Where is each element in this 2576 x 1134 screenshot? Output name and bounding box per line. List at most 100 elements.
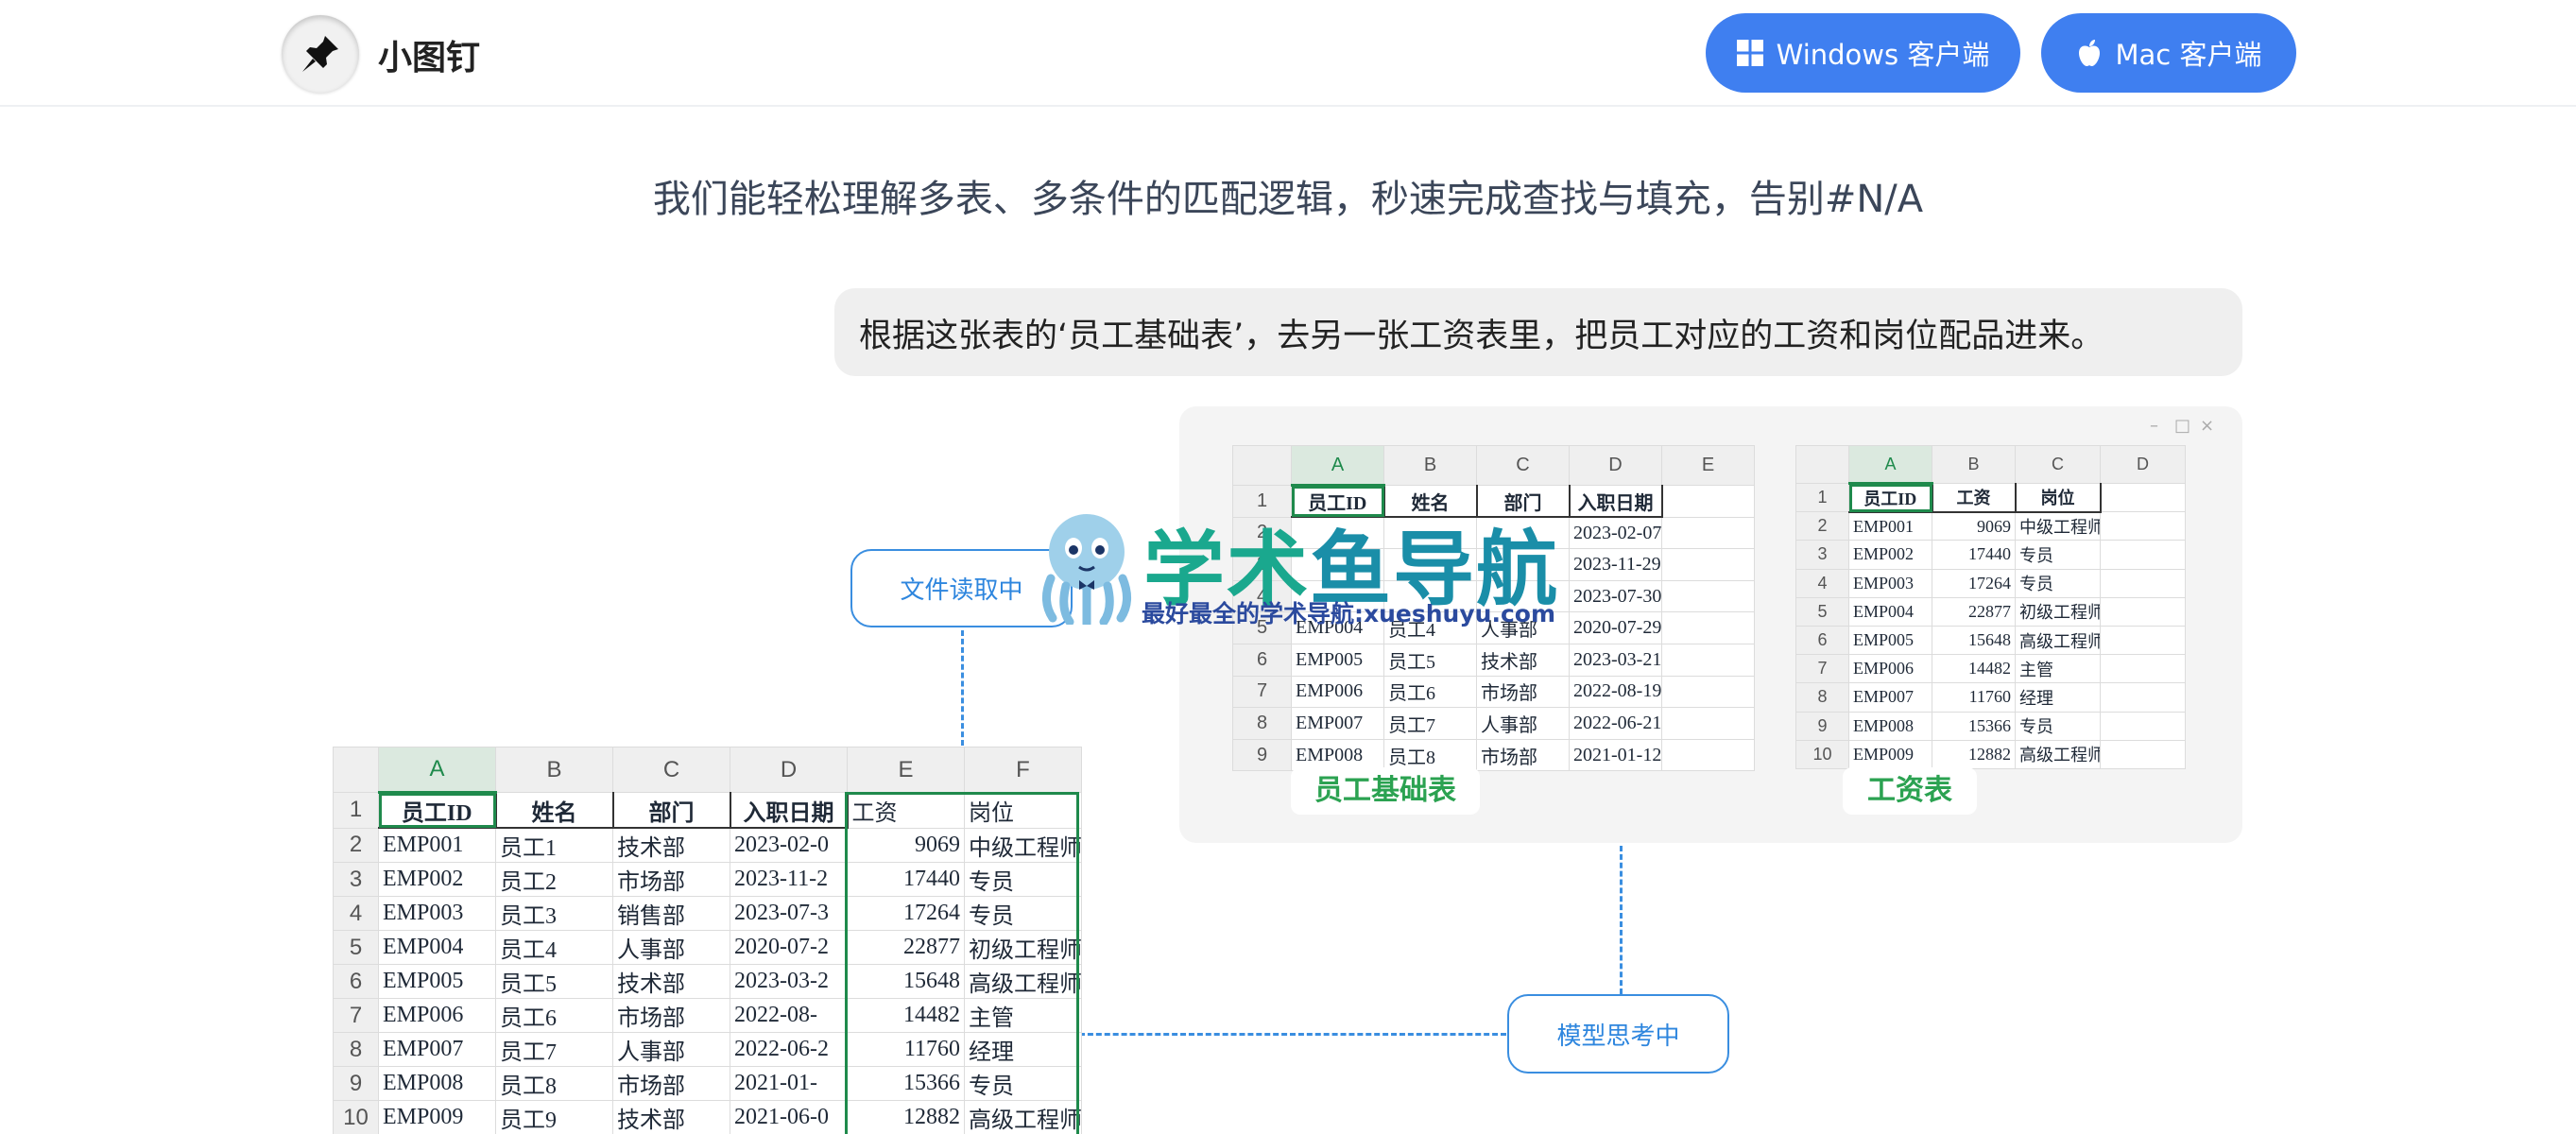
cell-d8[interactable]: 2022-06-2 (730, 1032, 848, 1067)
cell-a2[interactable]: EMP001 (1848, 511, 1932, 541)
cell-a3[interactable]: EMP002 (1848, 540, 1932, 570)
cell-d6[interactable]: 2023-03-2 (730, 964, 848, 999)
row-header[interactable]: 4 (1795, 568, 1849, 598)
row-header[interactable]: 7 (1795, 654, 1849, 684)
cell-a4[interactable]: EMP003 (1848, 568, 1932, 598)
pushpin-icon[interactable] (282, 15, 359, 93)
cell-c4[interactable]: 销售部 (612, 896, 730, 931)
cell-d6[interactable]: 2023-03-21 (1569, 643, 1662, 677)
column-header-e[interactable]: E (847, 747, 965, 793)
cell-b6[interactable]: 员工5 (1383, 643, 1477, 677)
cell-d2[interactable] (2100, 511, 2186, 541)
column-header-c[interactable]: C (2015, 445, 2101, 484)
cell-c8[interactable]: 人事部 (612, 1032, 730, 1067)
row-header[interactable]: 6 (1795, 625, 1849, 656)
row-header[interactable]: 1 (333, 792, 379, 829)
cell-a8[interactable]: EMP007 (1291, 707, 1384, 740)
cell-d1[interactable]: 入职日期 (1569, 485, 1663, 519)
cell-d2[interactable]: 2023-02-07 (1569, 516, 1662, 550)
cell-b1[interactable]: 工资 (1932, 482, 2017, 513)
column-header-d[interactable]: D (730, 747, 848, 793)
cell-f2[interactable]: 中级工程师 (964, 827, 1082, 863)
cell-a10[interactable]: EMP009 (378, 1100, 496, 1134)
cell-b5[interactable]: 员工4 (495, 930, 613, 965)
cell-d7[interactable]: 2022-08-19 (1569, 675, 1662, 709)
cell-c8[interactable]: 经理 (2015, 682, 2101, 713)
cell-e1[interactable]: 工资 (847, 792, 965, 829)
cell-b9[interactable]: 员工8 (495, 1066, 613, 1101)
cell-b10[interactable]: 员工9 (495, 1100, 613, 1134)
cell-f9[interactable]: 专员 (964, 1066, 1082, 1101)
cell-b7[interactable]: 员工6 (495, 998, 613, 1033)
cell-e3[interactable] (1661, 548, 1755, 581)
cell-f7[interactable]: 主管 (964, 998, 1082, 1033)
cell-c1[interactable]: 部门 (612, 792, 731, 829)
cell-a9[interactable]: EMP008 (1291, 738, 1384, 772)
cell-b4[interactable]: 17264 (1932, 568, 2016, 598)
cell-d4[interactable] (2100, 568, 2186, 598)
column-header-d[interactable]: D (1569, 445, 1662, 486)
row-header[interactable]: 8 (333, 1032, 379, 1067)
cell-b1[interactable]: 姓名 (495, 792, 614, 829)
mac-download-button[interactable]: Mac 客户端 (2041, 13, 2296, 93)
cell-e2[interactable]: 9069 (847, 827, 965, 863)
cell-f10[interactable]: 高级工程师 (964, 1100, 1082, 1134)
cell-a1[interactable]: 员工ID (1848, 482, 1933, 513)
cell-a5[interactable]: EMP004 (1848, 596, 1932, 627)
cell-b9[interactable]: 员工8 (1383, 738, 1477, 772)
cell-c6[interactable]: 技术部 (1476, 643, 1570, 677)
cell-c9[interactable]: 市场部 (1476, 738, 1570, 772)
cell-d8[interactable] (2100, 682, 2186, 713)
cell-a9[interactable]: EMP008 (1848, 711, 1932, 741)
column-header-b[interactable]: B (1932, 445, 2016, 484)
cell-a3[interactable]: EMP002 (378, 862, 496, 897)
cell-d8[interactable]: 2022-06-21 (1569, 707, 1662, 740)
select-all-corner[interactable] (1795, 445, 1849, 484)
cell-b4[interactable]: 员工3 (495, 896, 613, 931)
cell-a6[interactable]: EMP005 (1848, 625, 1932, 656)
column-header-a[interactable]: A (1291, 445, 1384, 487)
cell-d3[interactable]: 2023-11-29 (1569, 548, 1662, 581)
cell-a7[interactable]: EMP006 (378, 998, 496, 1033)
cell-a10[interactable]: EMP009 (1848, 739, 1932, 769)
cell-a1[interactable]: 员工ID (378, 792, 497, 829)
cell-d5[interactable]: 2020-07-29 (1569, 611, 1662, 644)
cell-d7[interactable]: 2022-08- (730, 998, 848, 1033)
row-header[interactable]: 3 (1795, 540, 1849, 570)
cell-c1[interactable]: 岗位 (2015, 482, 2102, 513)
cell-b7[interactable]: 员工6 (1383, 675, 1477, 709)
cell-c2[interactable]: 中级工程师 (2015, 511, 2101, 541)
select-all-corner[interactable] (333, 747, 379, 793)
cell-b8[interactable]: 员工7 (1383, 707, 1477, 740)
cell-c6[interactable]: 技术部 (612, 964, 730, 999)
cell-d3[interactable]: 2023-11-2 (730, 862, 848, 897)
cell-e9[interactable] (1661, 738, 1755, 772)
row-header[interactable]: 4 (333, 896, 379, 931)
cell-a4[interactable]: EMP003 (378, 896, 496, 931)
cell-b6[interactable]: 15648 (1932, 625, 2016, 656)
row-header[interactable]: 9 (333, 1066, 379, 1101)
column-header-d[interactable]: D (2100, 445, 2186, 484)
row-header[interactable]: 9 (1795, 711, 1849, 741)
row-header[interactable]: 5 (333, 930, 379, 965)
row-header[interactable]: 3 (333, 862, 379, 897)
cell-b2[interactable]: 员工1 (495, 827, 613, 863)
select-all-corner[interactable] (1232, 445, 1292, 486)
row-header[interactable]: 7 (333, 998, 379, 1033)
cell-b7[interactable]: 14482 (1932, 654, 2016, 684)
cell-c10[interactable]: 高级工程师 (2015, 739, 2101, 769)
cell-a9[interactable]: EMP008 (378, 1066, 496, 1101)
cell-a7[interactable]: EMP006 (1291, 675, 1384, 709)
cell-e3[interactable]: 17440 (847, 862, 965, 897)
cell-b3[interactable]: 17440 (1932, 540, 2016, 570)
cell-d5[interactable] (2100, 596, 2186, 627)
cell-c5[interactable]: 初级工程师 (2015, 596, 2101, 627)
cell-c7[interactable]: 市场部 (1476, 675, 1570, 709)
cell-d4[interactable]: 2023-07-30 (1569, 579, 1662, 613)
cell-e1[interactable] (1661, 485, 1755, 518)
cell-d9[interactable]: 2021-01-12 (1569, 738, 1662, 772)
column-header-a[interactable]: A (1848, 445, 1932, 485)
cell-c8[interactable]: 人事部 (1476, 707, 1570, 740)
row-header[interactable]: 10 (1795, 739, 1849, 769)
cell-e5[interactable] (1661, 611, 1755, 644)
